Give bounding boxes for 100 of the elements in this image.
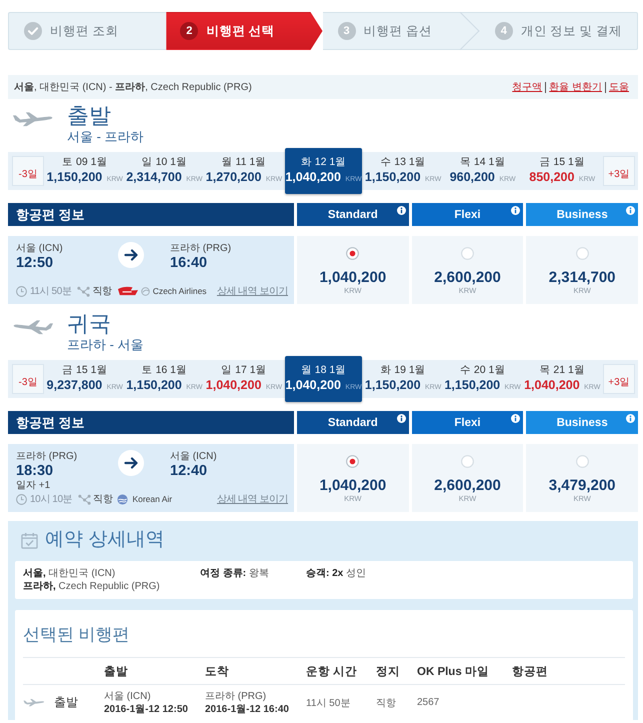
step-label: 개인 정보 및 결제	[520, 22, 622, 40]
fare-class-name: Business	[556, 416, 608, 428]
info-icon[interactable]	[626, 206, 635, 215]
date-label: 월 18 1월	[300, 364, 346, 376]
table-cell-text: 11시 50분	[306, 696, 352, 710]
table-cell-text: 직항	[376, 696, 397, 710]
info-icon[interactable]	[396, 206, 406, 215]
destination-text: 프라하, Czech Republic (PRG)	[23, 580, 161, 593]
fare-radio[interactable]	[460, 455, 474, 468]
origin-text: 서울, 대한민국 (ICN)	[23, 567, 116, 580]
stops-label: 직항	[92, 285, 112, 298]
fare-radio[interactable]	[576, 455, 589, 468]
info-icon[interactable]	[511, 206, 520, 215]
header-link[interactable]: 도움	[605, 82, 632, 92]
fare-radio[interactable]	[346, 455, 360, 468]
date-price: 1,150,200	[364, 378, 421, 392]
fare-class-name: Standard	[328, 208, 378, 220]
date-price: 1,040,200	[524, 378, 580, 392]
date-label: 토 16 1월	[142, 364, 188, 376]
date-label: 금 15 1월	[540, 156, 585, 168]
step-number: 4	[494, 22, 513, 40]
info-icon[interactable]	[396, 414, 406, 423]
step-number: 3	[338, 22, 356, 40]
fare-price: 1,040,200	[319, 269, 386, 286]
date-price: 960,200	[450, 170, 495, 184]
fare-price: 2,600,200	[434, 269, 501, 286]
date-label: 화 12 1월	[300, 156, 346, 168]
fare-price: 2,314,700	[548, 269, 616, 286]
arrival-airport: 프라하 (PRG)	[170, 243, 232, 255]
next-days-button[interactable]: +3일	[602, 364, 635, 394]
fare-class-name: Flexi	[454, 416, 481, 428]
date-price: 1,040,200	[206, 378, 262, 392]
fare-price: 2,600,200	[434, 477, 501, 494]
airplane-icon	[23, 698, 45, 707]
route-subtitle: 서울 - 프라하	[67, 129, 144, 145]
date-price: 1,150,200	[46, 170, 102, 184]
departure-time: 18:30	[16, 463, 54, 480]
date-label: 일 17 1월	[221, 364, 267, 376]
nodes-icon	[77, 286, 90, 296]
fare-class-name: Standard	[328, 416, 378, 428]
departure-airport: 서울 (ICN)	[16, 243, 64, 255]
date-price: 1,040,200	[285, 170, 341, 184]
trip-type-text: 여정 종류: 왕복	[200, 567, 270, 581]
column-header: 항공편 정보	[8, 411, 294, 434]
fare-radio[interactable]	[460, 247, 474, 260]
column-header: OK Plus 마일	[417, 664, 490, 678]
step-label: 비행편 옵션	[364, 22, 432, 40]
info-icon[interactable]	[626, 414, 635, 423]
airplane-icon	[12, 111, 54, 127]
airport-name: 서울 (ICN)	[104, 690, 152, 702]
date-price: 1,270,200	[206, 170, 262, 184]
airline-logo-icon	[117, 494, 128, 504]
date-label: 수 13 1월	[380, 156, 426, 168]
arrival-airport: 서울 (ICN)	[170, 451, 218, 463]
date-price: 1,150,200	[126, 378, 182, 392]
clock-icon	[16, 286, 27, 296]
fare-price: 3,479,200	[548, 477, 616, 494]
previous-days-button[interactable]: -3일	[12, 156, 44, 186]
date-price: 1,150,200	[444, 378, 500, 392]
airplane-icon	[12, 319, 54, 335]
info-icon[interactable]	[511, 414, 520, 423]
step-label: 비행편 선택	[206, 22, 275, 40]
date-price: 1,040,200	[285, 378, 341, 392]
step-number: 2	[180, 22, 198, 40]
date-label: 목 14 1월	[460, 156, 506, 168]
arrival-time: 12:40	[170, 463, 208, 480]
step-label: 비행편 조회	[50, 22, 118, 40]
nodes-icon	[78, 494, 92, 504]
section-title: 출발	[67, 103, 112, 129]
previous-days-button[interactable]: -3일	[12, 364, 44, 394]
airline-logo-icon	[116, 286, 139, 296]
passengers-text: 승객: 2x 성인	[306, 567, 368, 581]
date-price: 850,200	[529, 170, 574, 184]
column-header: 항공편 정보	[8, 203, 294, 226]
date-price: 1,150,200	[364, 170, 421, 184]
header-link[interactable]: 환율 변환기	[545, 82, 605, 92]
stops-label: 직항	[93, 493, 112, 506]
column-header: 운항 시간	[306, 664, 358, 678]
route-text: 서울, 대한민국 (ICN) - 프라하, Czech Republic (PRG)	[14, 81, 252, 94]
column-header: 출발	[104, 664, 129, 678]
date-label: 화 19 1월	[380, 364, 426, 376]
flight-duration: 11시 50분	[30, 285, 72, 298]
row-label: 출발	[54, 694, 78, 711]
section-title: 예약 상세내역	[45, 528, 164, 552]
departure-time: 12:50	[16, 255, 54, 272]
fare-class-name: Business	[556, 208, 608, 220]
column-header: 항공편	[512, 664, 549, 678]
date-price: 2,314,700	[126, 170, 182, 184]
departure-airport: 프라하 (PRG)	[16, 451, 78, 463]
fare-radio[interactable]	[576, 247, 589, 260]
next-days-button[interactable]: +3일	[602, 156, 635, 186]
flight-duration: 10시 10분	[30, 493, 72, 506]
section-title: 귀국	[67, 311, 112, 337]
header-link[interactable]: 청구액	[509, 82, 546, 92]
airline-name: Czech Airlines	[152, 286, 207, 296]
fare-radio[interactable]	[346, 247, 360, 260]
airline-name: Korean Air	[132, 494, 172, 504]
arrival-time: 16:40	[170, 255, 208, 272]
column-header: 도착	[205, 664, 230, 678]
airport-name: 프라하 (PRG)	[205, 690, 268, 702]
